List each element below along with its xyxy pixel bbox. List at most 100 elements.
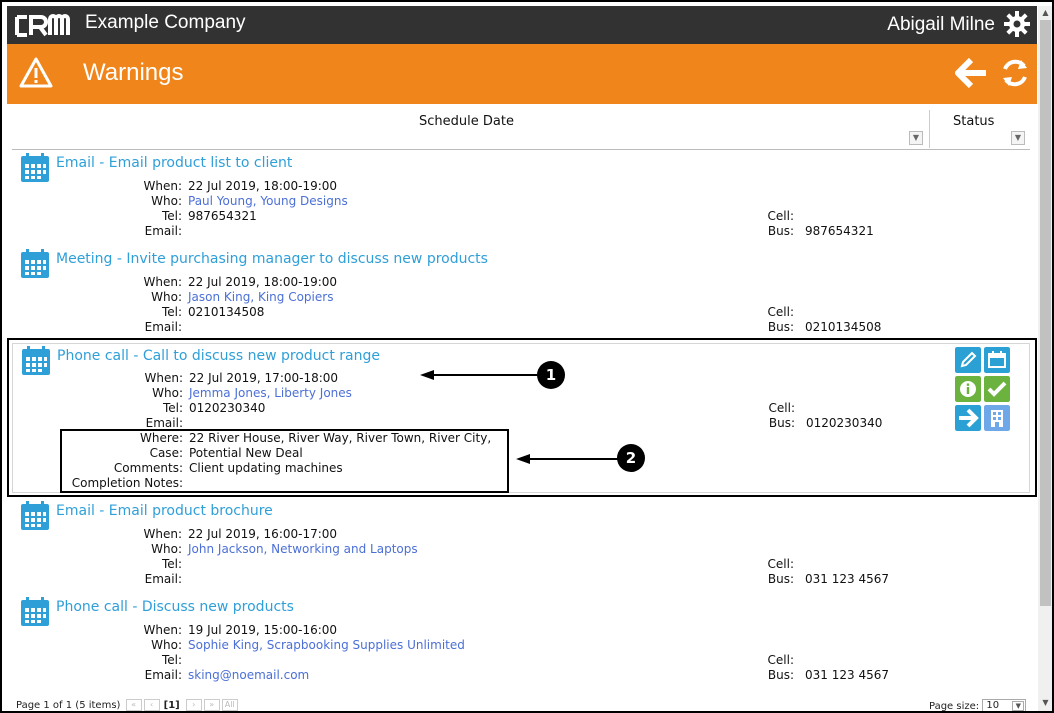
bus-label: Bus: (768, 416, 795, 430)
who-label: Who: (152, 386, 183, 400)
when-label: When: (143, 179, 182, 193)
reschedule-calendar-icon[interactable] (984, 347, 1010, 373)
activity-title-link[interactable]: Email - Email product brochure (56, 503, 273, 519)
cell-label: Cell: (767, 209, 794, 223)
page-title: Warnings (83, 59, 184, 86)
callout-arrow-2 (516, 454, 620, 464)
company-name: Example Company (85, 12, 246, 33)
tel-label: Tel: (161, 305, 182, 319)
column-header-status[interactable]: Status (953, 114, 994, 129)
callout-arrow-1 (420, 370, 540, 380)
email-label: Email: (145, 416, 183, 430)
who-link[interactable]: Jason King, King Copiers (188, 290, 333, 304)
bus-value: 987654321 (805, 224, 874, 238)
when-value: 22 Jul 2019, 18:00-19:00 (188, 179, 338, 193)
who-link[interactable]: Jemma Jones, Liberty Jones (189, 386, 352, 400)
warning-icon (19, 57, 53, 88)
bus-label: Bus: (767, 572, 794, 586)
all-pages-button[interactable]: All (221, 699, 238, 711)
email-label: Email: (144, 320, 182, 334)
back-arrow-icon[interactable] (955, 57, 989, 89)
callout-box-2 (60, 429, 509, 493)
scroll-down-arrow-icon[interactable]: ▼ (1041, 699, 1050, 707)
activity-row[interactable]: Email - Email product list to client Whe… (12, 151, 1030, 243)
column-header-schedule-date[interactable]: Schedule Date (419, 114, 514, 129)
app-window: Example Company Abigail Milne Warnings ▲… (0, 0, 1054, 713)
when-value: 22 Jul 2019, 16:00-17:00 (188, 527, 338, 541)
schedule-date-filter-dropdown[interactable]: ▼ (909, 131, 923, 145)
activity-title-link[interactable]: Email - Email product list to client (56, 155, 292, 171)
bus-value: 031 123 4567 (805, 572, 889, 586)
when-value: 19 Jul 2019, 15:00-16:00 (188, 623, 338, 637)
who-label: Who: (151, 194, 182, 208)
when-label: When: (144, 371, 183, 385)
bus-value: 031 123 4567 (805, 668, 889, 682)
cell-label: Cell: (767, 557, 794, 571)
tel-value: 0210134508 (188, 305, 265, 319)
cell-label: Cell: (767, 653, 794, 667)
email-label: Email: (144, 224, 182, 238)
page-size-label: Page size: (929, 701, 980, 712)
when-value: 22 Jul 2019, 17:00-18:00 (189, 371, 339, 385)
activity-row[interactable]: Meeting - Invite purchasing manager to d… (12, 247, 1030, 339)
dropdown-arrow-icon[interactable]: ▼ (1012, 701, 1025, 711)
user-name[interactable]: Abigail Milne (887, 14, 995, 36)
when-label: When: (143, 623, 182, 637)
page-size-select[interactable]: 10 ▼ (982, 699, 1027, 711)
pager-summary: Page 1 of 1 (5 items) (16, 700, 121, 711)
bus-label: Bus: (767, 320, 794, 334)
prev-page-button[interactable]: ‹ (143, 699, 160, 711)
crm-logo-icon[interactable] (13, 11, 81, 41)
column-divider (929, 110, 930, 148)
who-link[interactable]: John Jackson, Networking and Laptops (188, 542, 418, 556)
callout-marker-2: 2 (617, 444, 645, 472)
tel-label: Tel: (161, 653, 182, 667)
scroll-thumb[interactable] (1040, 20, 1051, 606)
bus-value: 0210134508 (805, 320, 882, 334)
bus-label: Bus: (767, 668, 794, 682)
activity-title-link[interactable]: Phone call - Discuss new products (56, 599, 294, 615)
last-page-button[interactable]: » (203, 699, 220, 711)
email-value[interactable]: sking@noemail.com (188, 668, 309, 682)
cell-label: Cell: (767, 305, 794, 319)
page-size-control: Page size: 10 ▼ (929, 699, 1027, 712)
forward-arrow-icon[interactable] (955, 405, 981, 431)
tel-value: 0120230340 (189, 401, 266, 415)
edit-icon[interactable] (955, 347, 981, 373)
building-icon[interactable] (984, 405, 1010, 431)
header-divider (12, 149, 1030, 150)
status-filter-dropdown[interactable]: ▼ (1011, 131, 1025, 145)
tel-label: Tel: (161, 209, 182, 223)
who-label: Who: (151, 638, 182, 652)
email-label: Email: (144, 668, 182, 682)
tel-label: Tel: (162, 401, 183, 415)
bus-label: Bus: (767, 224, 794, 238)
callout-marker-1: 1 (537, 361, 565, 389)
page-size-value: 10 (986, 700, 1000, 711)
who-label: Who: (151, 542, 182, 556)
when-label: When: (143, 527, 182, 541)
page-header: Warnings (7, 44, 1037, 104)
when-value: 22 Jul 2019, 18:00-19:00 (188, 275, 338, 289)
vertical-scrollbar[interactable]: ▲ ▼ (1038, 6, 1052, 711)
complete-check-icon[interactable] (984, 376, 1010, 402)
current-page[interactable]: [1] (164, 700, 180, 711)
who-link[interactable]: Paul Young, Young Designs (188, 194, 348, 208)
first-page-button[interactable]: « (125, 699, 142, 711)
next-page-button[interactable]: › (185, 699, 202, 711)
cell-label: Cell: (768, 401, 795, 415)
top-bar: Example Company Abigail Milne (7, 6, 1037, 44)
scroll-up-arrow-icon[interactable]: ▲ (1041, 9, 1050, 17)
refresh-icon[interactable] (999, 57, 1031, 89)
who-link[interactable]: Sophie King, Scrapbooking Supplies Unlim… (188, 638, 465, 652)
gear-icon[interactable] (1003, 10, 1031, 38)
tel-value: 987654321 (188, 209, 257, 223)
pager: Page 1 of 1 (5 items) «‹ [1] ›» All (16, 699, 238, 711)
info-icon[interactable] (955, 376, 981, 402)
tel-label: Tel: (161, 557, 182, 571)
activity-title-link[interactable]: Phone call - Call to discuss new product… (57, 348, 380, 364)
activity-row[interactable]: Phone call - Discuss new products When: … (12, 595, 1030, 687)
bus-value: 0120230340 (806, 416, 883, 430)
activity-row[interactable]: Email - Email product brochure When: 22 … (12, 499, 1030, 591)
activity-title-link[interactable]: Meeting - Invite purchasing manager to d… (56, 251, 488, 267)
